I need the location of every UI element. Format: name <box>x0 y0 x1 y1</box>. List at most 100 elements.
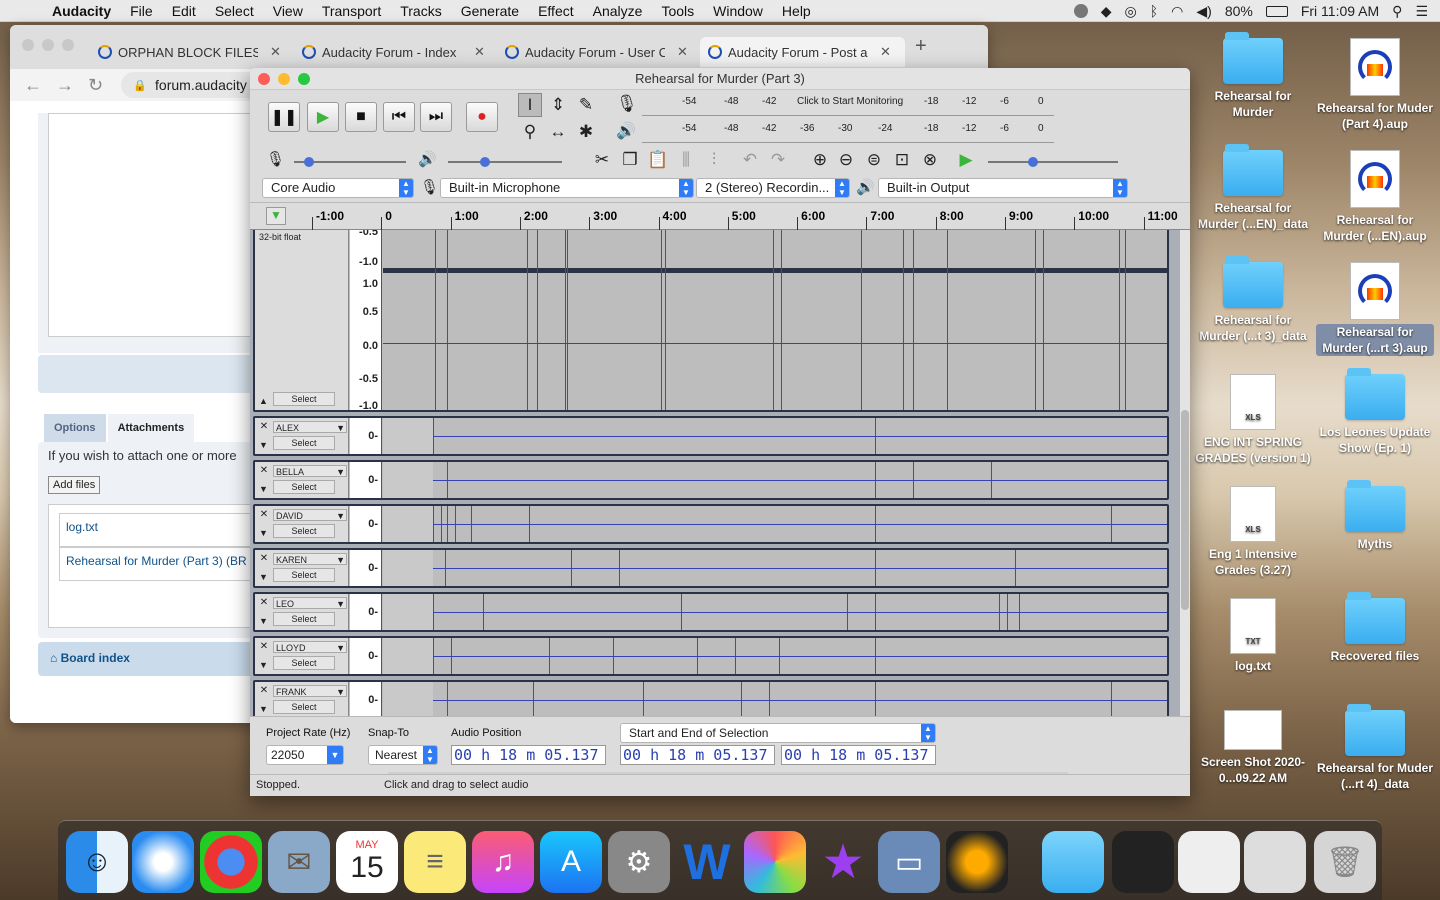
playback-meter[interactable]: -54 -48 -42 -36 -30 -24 -18 -12 -6 0 <box>642 121 1054 143</box>
dropbox-folder-icon[interactable] <box>1042 831 1104 893</box>
tab-options[interactable]: Options <box>44 414 106 442</box>
trim-icon[interactable]: ⫼ <box>674 148 698 172</box>
waveform[interactable] <box>383 506 1167 542</box>
close-tab-icon[interactable]: ✕ <box>474 44 485 60</box>
vertical-scale[interactable]: 0- <box>350 418 382 454</box>
desktop-item[interactable]: Rehearsal for Muder (Part 4).aup <box>1316 38 1434 132</box>
spotlight-icon[interactable]: ⚲ <box>1392 3 1402 20</box>
waveform[interactable] <box>383 550 1167 586</box>
pause-button[interactable]: ❚❚ <box>268 102 300 132</box>
collapse-track-icon[interactable]: ▲ <box>259 396 268 406</box>
clip-boundary[interactable] <box>781 230 782 410</box>
bluetooth-icon[interactable]: ᛒ <box>1150 3 1158 19</box>
playback-meter-icon[interactable]: 🔊 <box>616 121 636 141</box>
vertical-scale[interactable]: 0- <box>350 506 382 542</box>
track-area[interactable]: 32-bit float ▲ Select -0.5 -1.0 1.0 0.5 … <box>250 230 1180 768</box>
back-icon[interactable]: ← <box>24 75 42 96</box>
clip-boundary[interactable] <box>1125 230 1126 410</box>
browser-tab-index[interactable]: Audacity Forum - Index ✕ <box>302 37 497 67</box>
tab-attachments[interactable]: Attachments <box>107 414 195 442</box>
close-track-icon[interactable]: ✕ <box>257 552 271 566</box>
document-stack-icon-2[interactable] <box>1244 831 1306 893</box>
wifi-icon[interactable]: ◠ <box>1171 3 1183 20</box>
word-icon[interactable]: W <box>676 831 738 893</box>
desktop-item[interactable]: Screen Shot 2020-0...09.22 AM <box>1194 710 1312 786</box>
undo-icon[interactable]: ↶ <box>738 148 762 172</box>
select-track-button[interactable]: Select <box>273 436 335 450</box>
waveform[interactable] <box>383 682 1167 718</box>
collapse-track-icon[interactable]: ▼ <box>259 616 268 626</box>
notes-icon[interactable]: ≡ <box>404 831 466 893</box>
sync-icon[interactable]: ◎ <box>1125 3 1137 20</box>
select-track-button[interactable]: Select <box>273 700 335 714</box>
waveform[interactable] <box>383 638 1167 674</box>
scroll-thumb[interactable] <box>1181 410 1189 610</box>
track-menu-chevron-icon[interactable]: ▼ <box>336 423 345 433</box>
timeline-ruler[interactable]: ▼ -1:00 0 1:00 2:00 3:00 4:00 5:00 6:00 7:00 8:00… <box>250 202 1190 230</box>
audio-host-select[interactable]: Core Audio ▲ ▼ <box>262 178 414 198</box>
playback-volume-slider[interactable] <box>448 157 562 167</box>
clip-boundary[interactable] <box>567 230 568 410</box>
vertical-scale[interactable]: 0- <box>350 594 382 630</box>
preview-icon[interactable]: ▭ <box>878 831 940 893</box>
desktop-item[interactable]: Rehearsal for Murder (...EN).aup <box>1316 150 1434 244</box>
record-meter[interactable]: -54 -48 -42 Click to Start Monitoring -1… <box>642 94 1054 116</box>
track-menu-chevron-icon[interactable]: ▼ <box>336 643 345 653</box>
fit-project-icon[interactable]: ⊡ <box>890 148 914 172</box>
battery-percent[interactable]: 80% <box>1225 3 1253 19</box>
browser-tab-post[interactable]: Audacity Forum - Post a ✕ <box>700 37 905 67</box>
battery-icon[interactable] <box>1265 5 1288 17</box>
zoom-in-icon[interactable]: ⊕ <box>808 148 832 172</box>
collapse-track-icon[interactable]: ▼ <box>259 572 268 582</box>
imovie-icon[interactable]: ★ <box>812 831 874 893</box>
desktop-item[interactable]: XLS ENG INT SPRING GRADES (version 1) <box>1194 374 1312 466</box>
record-button[interactable]: ● <box>466 102 498 132</box>
collapse-track-icon[interactable]: ▼ <box>259 660 268 670</box>
menu-window[interactable]: Window <box>713 3 763 19</box>
music-icon[interactable]: ♫ <box>472 831 534 893</box>
clip-boundary[interactable] <box>1119 230 1120 410</box>
redo-icon[interactable]: ↷ <box>766 148 790 172</box>
browser-tab-orphan[interactable]: ORPHAN BLOCK FILES?! ✕ <box>98 37 293 67</box>
menu-effect[interactable]: Effect <box>538 3 574 19</box>
selection-start-field[interactable]: 00 h 18 m 05.137 s <box>620 745 775 765</box>
zoom-window-button[interactable] <box>62 39 74 51</box>
collapse-track-icon[interactable]: ▼ <box>259 440 268 450</box>
browser-tab-user[interactable]: Audacity Forum - User C ✕ <box>505 37 700 67</box>
draw-tool-icon[interactable]: ✎ <box>574 93 598 117</box>
desktop-item[interactable]: Rehearsal for Muder (...rt 4)_data <box>1316 704 1434 792</box>
document-stack-icon[interactable] <box>1178 831 1240 893</box>
app-store-icon[interactable]: A <box>540 831 602 893</box>
clip-boundary[interactable] <box>537 230 538 410</box>
clip-boundary[interactable] <box>527 230 528 410</box>
vertical-scale[interactable]: 0- <box>350 550 382 586</box>
select-track-button[interactable]: Select <box>273 656 335 670</box>
close-window-button[interactable] <box>22 39 34 51</box>
audio-track[interactable]: ✕ DAVID ▼ ▼ Select 0- <box>253 504 1169 544</box>
menu-edit[interactable]: Edit <box>172 3 196 19</box>
snap-to-select[interactable]: Nearest ▲ ▼ <box>368 745 438 765</box>
close-track-icon[interactable]: ✕ <box>257 464 271 478</box>
audacity-dock-icon[interactable] <box>946 831 1008 893</box>
skip-end-button[interactable]: ⏭ <box>420 102 452 132</box>
desktop-item[interactable]: Rehearsal for Murder (...EN)_data <box>1194 144 1312 232</box>
zoom-toggle-icon[interactable]: ⊗ <box>918 148 942 172</box>
track-menu-chevron-icon[interactable]: ▼ <box>336 599 345 609</box>
desktop-item[interactable]: Myths <box>1316 480 1434 552</box>
stop-button[interactable]: ■ <box>345 102 377 132</box>
close-tab-icon[interactable]: ✕ <box>270 44 281 60</box>
output-device-select[interactable]: Built-in Output ▲ ▼ <box>878 178 1128 198</box>
vertical-scale[interactable]: 0- <box>350 682 382 718</box>
audio-position-field[interactable]: 00 h 18 m 05.137 s <box>451 745 606 765</box>
photos-icon[interactable] <box>744 831 806 893</box>
clip-boundary[interactable] <box>665 230 666 410</box>
record-volume-slider[interactable] <box>294 157 406 167</box>
envelope-tool-icon[interactable]: ⇕ <box>546 93 570 117</box>
select-track-button[interactable]: Select <box>273 524 335 538</box>
message-textarea[interactable] <box>48 113 258 337</box>
close-track-icon[interactable]: ✕ <box>257 508 271 522</box>
vertical-scale[interactable]: 0- <box>350 462 382 498</box>
play-speed-slider[interactable] <box>988 157 1118 167</box>
dropbox-icon[interactable]: ◆ <box>1101 3 1112 20</box>
audio-track[interactable]: ✕ KAREN ▼ ▼ Select 0- <box>253 548 1169 588</box>
